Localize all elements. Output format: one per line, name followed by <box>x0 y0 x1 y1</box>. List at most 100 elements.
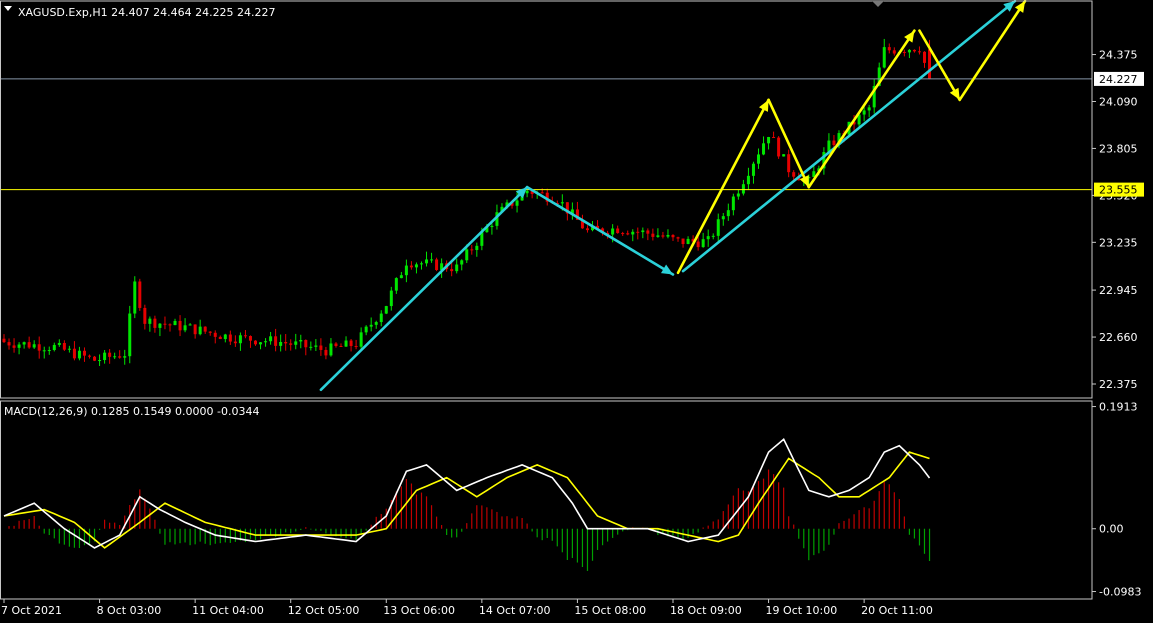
candle-body <box>661 235 665 237</box>
candle-body <box>922 51 926 63</box>
candle-body <box>193 324 197 335</box>
candle-body <box>168 324 172 326</box>
candle-body <box>254 340 257 345</box>
candle-body <box>334 343 338 346</box>
candle-body <box>349 340 353 347</box>
candle-body <box>198 326 202 335</box>
candle-body <box>7 342 11 346</box>
candle-body <box>178 320 182 331</box>
candle-body <box>757 154 760 164</box>
candle-body <box>782 154 786 157</box>
candle-body <box>208 331 212 333</box>
candle-body <box>701 239 705 248</box>
candle-body <box>450 269 454 272</box>
candle-body <box>138 281 142 308</box>
candle-body <box>354 346 358 348</box>
candle-body <box>374 322 378 325</box>
candle-body <box>540 192 544 194</box>
candle-body <box>696 241 700 248</box>
chart-background <box>0 0 1153 619</box>
candle-body <box>394 278 398 291</box>
candle-body <box>188 324 192 326</box>
candle-body <box>32 344 36 348</box>
symbol-header: XAGUSD.Exp,H1 24.407 24.464 24.225 24.22… <box>18 6 276 19</box>
candle-body <box>490 225 494 228</box>
time-axis-label: 13 Oct 06:00 <box>383 604 455 617</box>
candle-body <box>656 235 660 237</box>
candle-body <box>716 219 720 236</box>
candle-body <box>741 184 745 194</box>
candle-body <box>289 343 293 345</box>
price-axis-label: 23.805 <box>1099 142 1138 155</box>
candle-body <box>37 344 41 351</box>
candle-body <box>309 346 313 348</box>
candle-body <box>72 348 76 359</box>
candle-body <box>88 355 92 357</box>
candle-body <box>907 49 911 53</box>
candle-body <box>279 342 283 346</box>
time-axis-label: 7 Oct 2021 <box>1 604 62 617</box>
candle-body <box>772 137 776 139</box>
candle-body <box>284 342 288 344</box>
price-axis-label: 22.660 <box>1099 331 1138 344</box>
candle-body <box>676 237 680 239</box>
candle-body <box>641 230 645 233</box>
price-axis-label: 22.375 <box>1099 378 1138 391</box>
candle-body <box>711 235 715 237</box>
candle-body <box>359 332 363 347</box>
candle-body <box>736 193 740 197</box>
macd-axis-label: 0.00 <box>1099 523 1124 536</box>
candle-body <box>213 332 217 337</box>
candle-body <box>183 325 187 331</box>
candle-body <box>52 344 56 351</box>
time-axis-label: 11 Oct 04:00 <box>192 604 264 617</box>
trading-chart[interactable]: 24.37524.09023.80523.52023.23522.94522.6… <box>0 0 1153 619</box>
candle-body <box>57 342 61 345</box>
candle-body <box>264 341 268 343</box>
candle-body <box>27 342 31 348</box>
candle-body <box>2 338 6 343</box>
candle-body <box>243 335 247 337</box>
time-axis-label: 19 Oct 10:00 <box>766 604 838 617</box>
candle-body <box>832 140 836 145</box>
candle-body <box>47 350 51 352</box>
candle-body <box>419 263 423 265</box>
candle-body <box>902 51 906 53</box>
candle-body <box>455 264 459 272</box>
time-axis-label: 12 Oct 05:00 <box>288 604 360 617</box>
candle-body <box>681 238 685 244</box>
candle-body <box>651 233 655 237</box>
candle-body <box>123 356 127 358</box>
level-price-label: 23.555 <box>1099 184 1138 197</box>
time-axis-label: 15 Oct 08:00 <box>574 604 646 617</box>
candle-body <box>248 336 252 341</box>
current-price-label: 24.227 <box>1099 73 1138 86</box>
candle-body <box>585 228 589 231</box>
candle-body <box>173 320 177 326</box>
candle-body <box>93 356 97 361</box>
candle-body <box>238 335 242 344</box>
candle-body <box>269 336 273 342</box>
chart-svg[interactable]: 24.37524.09023.80523.52023.23522.94522.6… <box>0 0 1153 619</box>
candle-body <box>324 349 328 356</box>
candle-body <box>430 259 434 261</box>
candle-body <box>460 260 464 265</box>
candle-body <box>425 259 429 264</box>
candle-body <box>163 323 167 325</box>
candle-body <box>912 49 916 52</box>
time-axis-label: 8 Oct 03:00 <box>97 604 162 617</box>
candle-body <box>862 110 866 115</box>
candle-body <box>746 175 750 185</box>
candle-body <box>274 336 278 346</box>
candle-body <box>621 233 625 235</box>
candle-body <box>792 172 796 177</box>
candle-body <box>319 345 323 350</box>
candle-body <box>867 107 871 111</box>
macd-axis-label: 0.1913 <box>1099 401 1138 414</box>
candle-body <box>153 318 157 328</box>
candle-body <box>616 228 620 234</box>
candle-body <box>299 340 303 342</box>
candle-body <box>98 360 102 362</box>
candle-body <box>404 265 408 276</box>
candle-body <box>399 275 403 279</box>
